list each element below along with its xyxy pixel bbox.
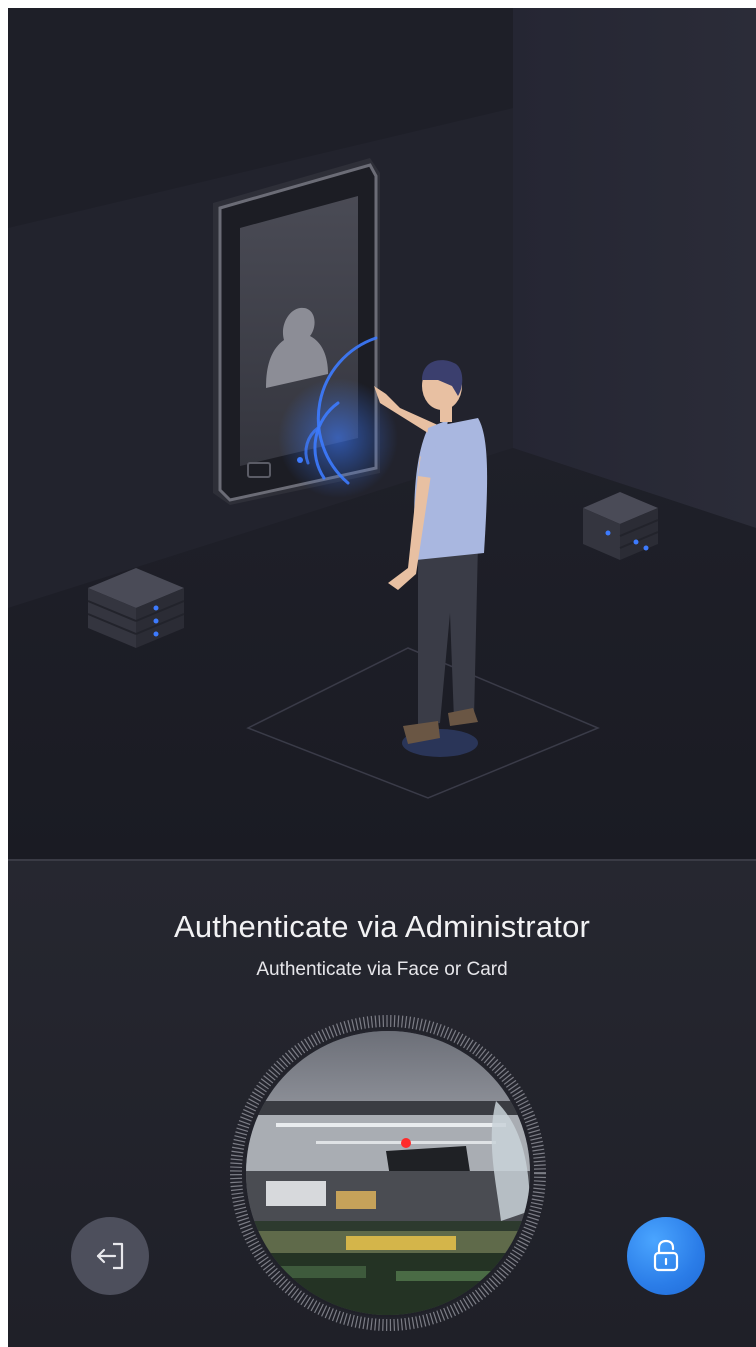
illustration-scene [8,8,756,859]
wall-panel [513,8,756,528]
exit-icon [96,1242,124,1270]
unlock-icon [653,1239,679,1272]
camera-preview [246,1031,530,1315]
camera-feed-image [246,1031,530,1315]
hero-illustration [8,8,756,859]
authentication-screen: Authenticate via Administrator Authentic… [8,8,756,1347]
unlock-button[interactable] [627,1217,705,1295]
exit-button[interactable] [71,1217,149,1295]
auth-subtitle: Authenticate via Face or Card [256,959,508,980]
auth-title: Authenticate via Administrator [173,909,591,944]
authentication-panel: Authenticate via Administrator Authentic… [8,861,756,1347]
